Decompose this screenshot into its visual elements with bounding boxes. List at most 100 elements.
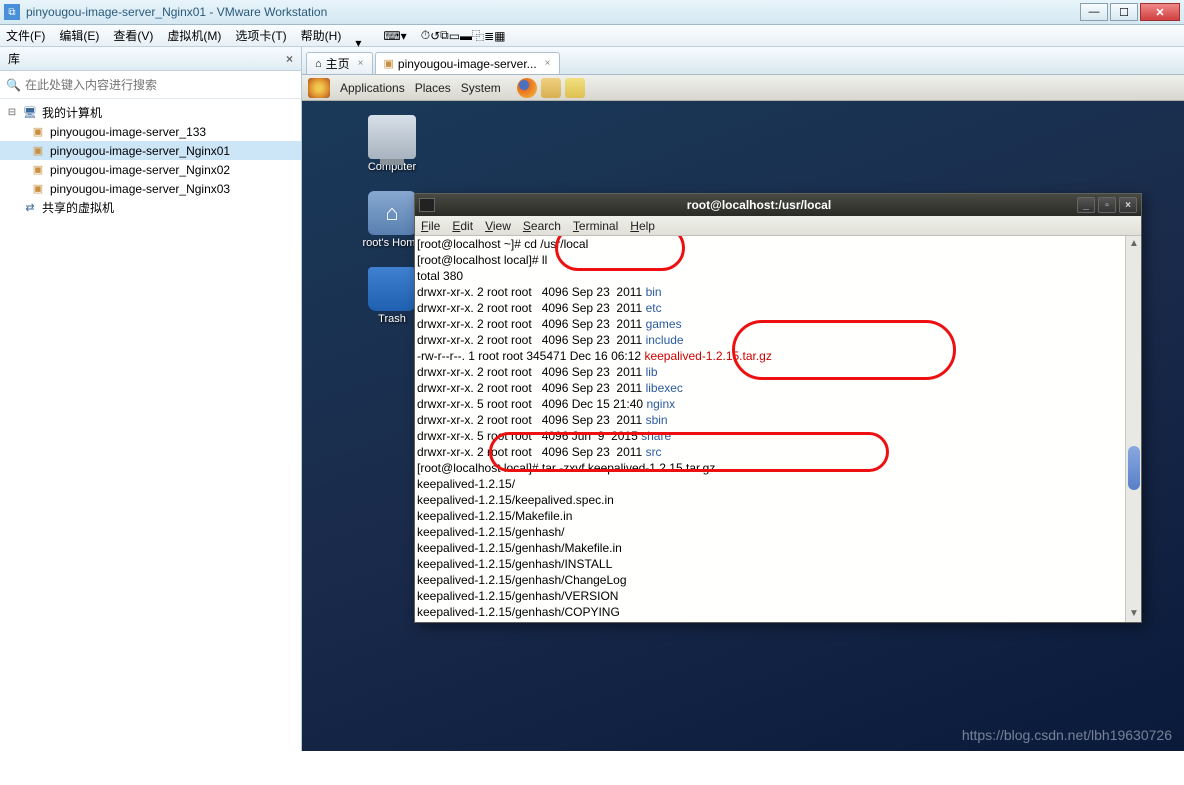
tree-vm-item[interactable]: ▣ pinyougou-image-server_Nginx03 [0,179,301,198]
firefox-icon[interactable] [517,78,537,98]
snapshot-button[interactable]: ⏱ [421,28,430,43]
terminal-titlebar[interactable]: root@localhost:/usr/local _ ▫ × [415,194,1141,216]
window-title: pinyougou-image-server_Nginx01 - VMware … [26,5,327,19]
home-icon: ⌂ [315,58,322,70]
file-manager-icon[interactable] [541,78,561,98]
tree-label: pinyougou-image-server_Nginx01 [50,144,230,158]
terminal-title: root@localhost:/usr/local [441,198,1077,212]
terminal-minimize-button[interactable]: _ [1077,197,1095,213]
terminal-scrollbar[interactable]: ▲ ▼ [1125,236,1141,622]
tab-home[interactable]: ⌂ 主页 × [306,52,373,74]
watermark: https://blog.csdn.net/lbh19630726 [962,727,1172,743]
menu-view[interactable]: 查看(V) [113,27,153,44]
content-area: ⌂ 主页 × ▣ pinyougou-image-server... × App… [302,47,1184,751]
terminal-menu-help[interactable]: Help [630,219,655,233]
vm-icon: ▣ [30,125,46,139]
tree-shared-vms[interactable]: ⇄ 共享的虚拟机 [0,198,301,217]
library-sidebar: 库 × 🔍 ⊟ 🖥 我的计算机 ▣ pinyougou-image-server… [0,47,302,751]
quick-launch [517,78,585,98]
computer-icon [368,115,416,159]
terminal-menu-terminal[interactable]: Terminal [573,219,618,233]
tree-label: pinyougou-image-server_133 [50,125,206,139]
terminal-menu-edit[interactable]: Edit [452,219,473,233]
tree-vm-item[interactable]: ▣ pinyougou-image-server_Nginx02 [0,160,301,179]
send-ctrlaltdel-button[interactable]: ⌨▾ [383,29,420,43]
terminal-menu-file[interactable]: File [421,219,440,233]
scrollbar-thumb[interactable] [1128,446,1140,490]
expand-icon [6,202,18,213]
search-icon: 🔍 [6,78,21,92]
tree-root-my-computer[interactable]: ⊟ 🖥 我的计算机 [0,103,301,122]
tab-close-button[interactable]: × [358,58,364,69]
gnome-menu-system[interactable]: System [461,81,501,95]
library-button[interactable]: ▦ [494,29,505,43]
tabbar: ⌂ 主页 × ▣ pinyougou-image-server... × [302,47,1184,75]
gnome-menubar: Applications Places System [302,75,1184,101]
sidebar-header: 库 × [0,47,301,71]
tree-label: 我的计算机 [42,104,102,121]
menu-edit[interactable]: 编辑(E) [59,27,99,44]
revert-button[interactable]: ↺ [430,29,440,43]
manage-snapshots-button[interactable]: ⧉ [440,28,449,43]
terminal-output: [root@localhost ~]# cd /usr/local [root@… [415,236,1125,622]
vm-icon: ▣ [30,182,46,196]
menu-tabs[interactable]: 选项卡(T) [235,27,286,44]
tab-close-button[interactable]: × [545,58,551,69]
terminal-window-controls: _ ▫ × [1077,197,1137,213]
scrollbar-up-icon[interactable]: ▲ [1126,236,1141,252]
terminal-body[interactable]: [root@localhost ~]# cd /usr/local [root@… [415,236,1141,622]
desktop-icon-computer[interactable]: Computer [352,115,432,173]
gnome-menu-places[interactable]: Places [415,81,451,95]
computer-icon: 🖥 [22,106,38,120]
terminal-close-button[interactable]: × [1119,197,1137,213]
terminal-window: root@localhost:/usr/local _ ▫ × File Edi… [414,193,1142,623]
vmware-icon: ⧉ [4,4,20,20]
sidebar-close-button[interactable]: × [286,52,293,66]
terminal-maximize-button[interactable]: ▫ [1098,197,1116,213]
menu-vm[interactable]: 虚拟机(M) [167,27,221,44]
terminal-menubar: File Edit View Search Terminal Help [415,216,1141,236]
tab-label: pinyougou-image-server... [398,57,537,71]
collapse-icon[interactable]: ⊟ [6,107,18,118]
console-view-button[interactable]: ⿻ [472,27,484,44]
close-button[interactable]: ✕ [1140,3,1180,21]
fullscreen-button[interactable]: ▭ [449,29,460,43]
desktop-icon-label: Trash [378,313,406,325]
scrollbar-down-icon[interactable]: ▼ [1126,606,1141,622]
minimize-button[interactable]: — [1080,3,1108,21]
vm-tree: ⊟ 🖥 我的计算机 ▣ pinyougou-image-server_133 ▣… [0,99,301,751]
search-input[interactable] [25,78,295,92]
sidebar-title: 库 [8,50,20,67]
gnome-menu-applications[interactable]: Applications [340,81,405,95]
menu-file[interactable]: 文件(F) [6,27,45,44]
shared-icon: ⇄ [22,201,38,215]
unity-button[interactable]: ▬ [460,29,472,43]
trash-icon [368,267,416,311]
vm-icon: ▣ [384,57,394,70]
menubar: 文件(F) 编辑(E) 查看(V) 虚拟机(M) 选项卡(T) 帮助(H) ▾ … [0,25,1184,47]
menu-help[interactable]: 帮助(H) [301,27,342,44]
pause-button[interactable]: ▾ [355,22,383,50]
tab-label: 主页 [326,55,350,72]
tree-label: pinyougou-image-server_Nginx02 [50,163,230,177]
window-controls: — ☐ ✕ [1078,3,1180,21]
home-folder-icon: ⌂ [368,191,416,235]
vm-desktop[interactable]: Applications Places System Computer ⌂ ro… [302,75,1184,751]
sidebar-search: 🔍 [0,71,301,99]
thumbnail-bar-button[interactable]: ≣ [484,29,494,43]
titlebar: ⧉ pinyougou-image-server_Nginx01 - VMwar… [0,0,1184,25]
terminal-menu-view[interactable]: View [485,219,511,233]
tree-label: 共享的虚拟机 [42,199,114,216]
main: 库 × 🔍 ⊟ 🖥 我的计算机 ▣ pinyougou-image-server… [0,47,1184,751]
tree-vm-item-selected[interactable]: ▣ pinyougou-image-server_Nginx01 [0,141,301,160]
terminal-menu-search[interactable]: Search [523,219,561,233]
distro-logo-icon[interactable] [308,78,330,98]
tab-vm[interactable]: ▣ pinyougou-image-server... × [375,52,560,74]
desktop-icon-label: root's Home [363,237,422,249]
vm-icon: ▣ [30,144,46,158]
vm-icon: ▣ [30,163,46,177]
tree-vm-item[interactable]: ▣ pinyougou-image-server_133 [0,122,301,141]
text-editor-icon[interactable] [565,78,585,98]
tree-label: pinyougou-image-server_Nginx03 [50,182,230,196]
maximize-button[interactable]: ☐ [1110,3,1138,21]
